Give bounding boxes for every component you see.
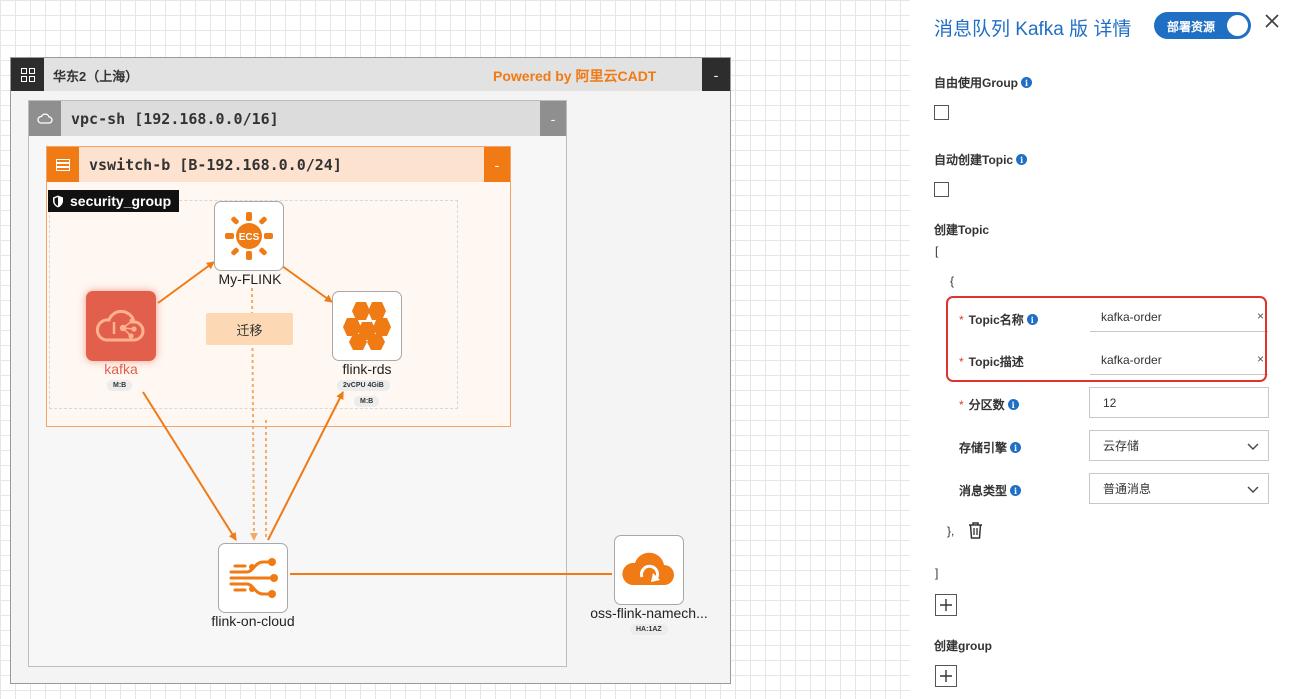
kafka-cloud-icon <box>95 309 145 342</box>
close-brace: }, <box>947 524 955 538</box>
edge-kafka-ecs <box>157 261 215 304</box>
ecs-icon: ECS <box>225 212 273 260</box>
free-group-checkbox[interactable] <box>934 105 949 120</box>
partitions-value: 12 <box>1103 395 1117 410</box>
oss-node[interactable] <box>614 535 684 605</box>
chevron-down-icon <box>1247 486 1259 493</box>
message-type-value: 普通消息 <box>1103 482 1152 496</box>
close-icon[interactable] <box>1264 10 1280 34</box>
info-icon[interactable]: i <box>1010 442 1022 453</box>
rds-node[interactable] <box>332 291 402 361</box>
info-icon[interactable]: i <box>1016 154 1028 165</box>
info-icon[interactable]: i <box>1007 399 1019 410</box>
rds-icon <box>343 302 391 350</box>
oss-badge: HA:1AZ <box>630 624 668 635</box>
partitions-input[interactable]: 12 <box>1089 387 1269 418</box>
message-type-label: 消息类型 i <box>959 482 1022 499</box>
oss-icon <box>622 552 674 585</box>
create-group-label: 创建group <box>934 639 992 653</box>
auto-topic-checkbox[interactable] <box>934 182 949 197</box>
info-icon[interactable]: i <box>1021 77 1032 88</box>
migrate-label[interactable]: 迁移 <box>206 313 293 345</box>
flink-node-label: flink-on-cloud <box>211 613 295 629</box>
plus-icon <box>940 670 952 682</box>
message-type-select[interactable]: 普通消息 <box>1089 473 1269 504</box>
rds-node-label: flink-rds <box>342 361 392 377</box>
create-topic-label: 创建Topic <box>934 223 990 237</box>
oss-node-label: oss-flink-namech... <box>590 605 708 621</box>
toggle-label: 部署资源 <box>1167 20 1216 34</box>
auto-topic-label-text: 自动创建Topic <box>934 153 1014 167</box>
partitions-label: * 分区数 i <box>959 396 1019 413</box>
chevron-down-icon <box>1247 443 1259 450</box>
deploy-resource-toggle[interactable]: 部署资源 <box>1154 12 1251 39</box>
storage-engine-label: 存储引擎 i <box>959 439 1022 456</box>
kafka-node-label: kafka <box>104 361 138 377</box>
add-topic-button[interactable] <box>935 594 957 616</box>
toggle-knob <box>1227 15 1248 36</box>
message-type-label-text: 消息类型 <box>959 484 1008 498</box>
edge-flink-rds <box>267 391 344 541</box>
free-group-label: 自由使用Group i <box>934 74 1032 91</box>
flink-node[interactable] <box>218 543 288 613</box>
partitions-label-text: 分区数 <box>968 398 1005 412</box>
required-mark: * <box>959 397 964 412</box>
panel-title: 消息队列 Kafka 版 详情 <box>934 19 1132 40</box>
flink-icon <box>229 558 278 598</box>
storage-engine-value: 云存储 <box>1103 439 1140 453</box>
kafka-badge: M:B <box>107 380 133 391</box>
add-group-button[interactable] <box>935 665 957 687</box>
storage-engine-label-text: 存储引擎 <box>959 441 1008 455</box>
storage-engine-select[interactable]: 云存储 <box>1089 430 1269 461</box>
rds-spec-badge: 2vCPU 4GiB <box>337 380 390 391</box>
ecs-node[interactable]: ECS <box>214 201 284 271</box>
close-bracket: ] <box>935 566 939 580</box>
ecs-node-label: My-FLINK <box>218 271 282 287</box>
open-bracket: [ <box>935 244 939 258</box>
open-brace: { <box>950 274 955 288</box>
ecs-icon-text: ECS <box>239 232 260 243</box>
highlight-outline <box>946 296 1267 382</box>
edge-kafka-flink <box>142 391 237 541</box>
kafka-node[interactable] <box>86 291 156 361</box>
info-icon[interactable]: i <box>1010 485 1022 496</box>
plus-icon <box>940 599 952 611</box>
rds-badge: M:B <box>354 396 380 407</box>
free-group-label-text: 自由使用Group <box>934 76 1018 90</box>
auto-topic-label: 自动创建Topic i <box>934 151 1028 168</box>
trash-icon[interactable] <box>968 522 983 544</box>
